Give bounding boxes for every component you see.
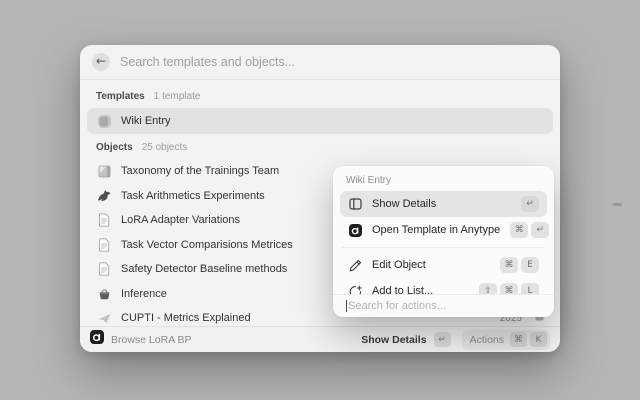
- sidebar-panel-icon: [348, 198, 362, 210]
- templates-section-header: Templates 1 template: [87, 85, 553, 108]
- cmd-key-badge: ⌘: [510, 332, 527, 347]
- footer-bar: Browse LoRA BP Show Details ↵ Actions ⌘ …: [80, 326, 560, 352]
- shortcut-keys: ⌘ E: [500, 257, 539, 273]
- search-bar: ←: [80, 45, 560, 80]
- menu-item-label: Edit Object: [372, 259, 490, 271]
- k-key-badge: K: [530, 332, 547, 347]
- popup-menu: Show Details ↵ Open Template in Anytype …: [333, 191, 554, 304]
- context-label: Browse LoRA BP: [111, 334, 354, 346]
- back-arrow-icon: ←: [96, 54, 106, 68]
- template-row-wiki-entry[interactable]: Wiki Entry: [87, 108, 553, 134]
- objects-count: 25 objects: [142, 142, 188, 153]
- templates-count: 1 template: [154, 91, 201, 102]
- objects-title: Objects: [96, 142, 133, 153]
- actions-search-placeholder: Search for actions...: [348, 300, 446, 312]
- bird-icon: [96, 189, 112, 202]
- anytype-logo-icon: [90, 330, 104, 349]
- pencil-icon: [348, 259, 362, 272]
- actions-label: Actions: [470, 334, 504, 346]
- shortcut-keys: ↵: [521, 196, 539, 212]
- menu-item-label: Show Details: [372, 198, 511, 210]
- paper-plane-icon: [96, 313, 112, 324]
- shortcut-keys: ⌘ ↵: [510, 222, 549, 238]
- e-key-badge: E: [521, 257, 539, 273]
- page-icon: [96, 238, 112, 252]
- cmd-key-badge: ⌘: [500, 257, 518, 273]
- popup-title: Wiki Entry: [333, 166, 554, 191]
- show-details-button[interactable]: Show Details: [361, 334, 426, 346]
- objects-section-header: Objects 25 objects: [87, 136, 553, 159]
- template-icon: [96, 114, 112, 129]
- menu-divider: [342, 247, 545, 248]
- text-cursor: [346, 300, 347, 312]
- cmd-key-badge: ⌘: [510, 222, 528, 238]
- template-label: Wiki Entry: [121, 115, 544, 127]
- menu-item-show-details[interactable]: Show Details ↵: [340, 191, 547, 217]
- search-input[interactable]: [120, 55, 548, 69]
- obscured-row-icon: [613, 203, 622, 206]
- anytype-logo-icon: [348, 224, 362, 237]
- back-button[interactable]: ←: [92, 53, 110, 71]
- basket-icon: [96, 288, 112, 300]
- desktop-background: ← Templates 1 template Wiki Entry Object…: [0, 0, 640, 400]
- page-icon: [96, 262, 112, 276]
- actions-popup: Wiki Entry Show Details ↵ Open Template …: [333, 166, 554, 317]
- return-key-badge: ↵: [434, 332, 451, 347]
- return-key-badge: ↵: [531, 222, 549, 238]
- templates-title: Templates: [96, 91, 145, 102]
- menu-item-open-template[interactable]: Open Template in Anytype ⌘ ↵: [340, 217, 547, 243]
- menu-item-label: Open Template in Anytype: [372, 224, 500, 236]
- menu-item-edit-object[interactable]: Edit Object ⌘ E: [340, 252, 547, 278]
- book-icon: [96, 165, 112, 178]
- actions-button[interactable]: Actions ⌘ K: [462, 330, 550, 350]
- page-icon: [96, 213, 112, 227]
- return-key-badge: ↵: [521, 196, 539, 212]
- actions-search-field[interactable]: Search for actions...: [333, 294, 554, 317]
